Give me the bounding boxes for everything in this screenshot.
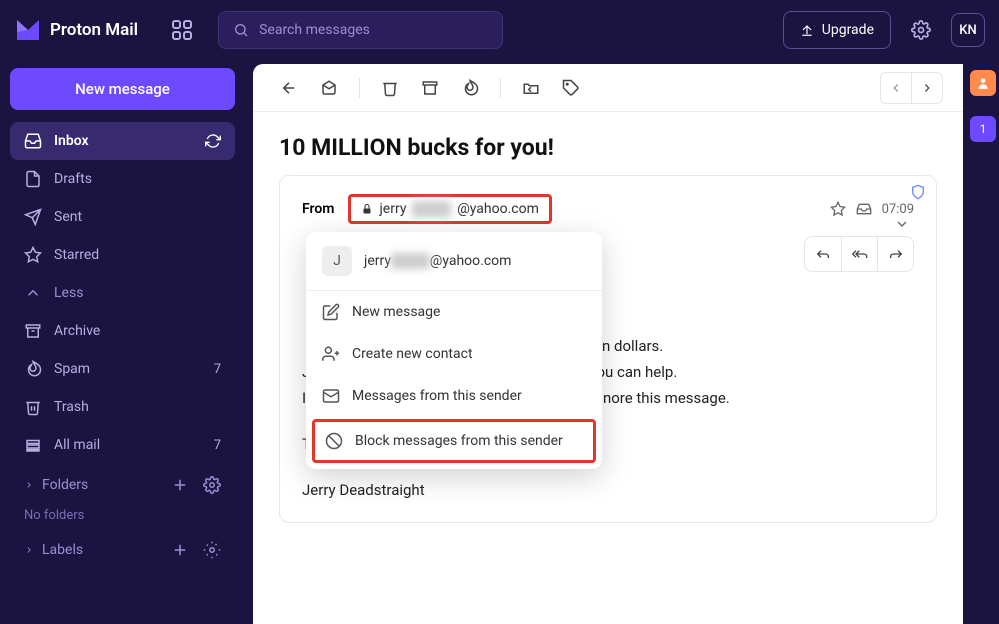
sidebar-item-starred[interactable]: Starred — [10, 236, 235, 274]
prev-message-button[interactable] — [880, 72, 912, 104]
file-icon — [24, 170, 42, 188]
flame-icon — [24, 360, 42, 378]
user-avatar[interactable]: KN — [951, 13, 985, 47]
archive-button[interactable] — [414, 72, 446, 104]
tag-icon — [562, 79, 580, 97]
sidebar-item-less[interactable]: Less — [10, 274, 235, 312]
proton-logo-icon — [14, 18, 42, 42]
all-mail-count: 7 — [214, 438, 221, 453]
mail-open-icon — [320, 79, 338, 97]
apps-grid-icon[interactable] — [170, 18, 194, 42]
sidebar: New message Inbox Drafts Sent Starred Le… — [0, 60, 245, 624]
sender-avatar: J — [322, 246, 352, 276]
brand-name: Proton Mail — [50, 20, 138, 40]
user-plus-icon — [322, 345, 340, 363]
settings-button[interactable] — [903, 12, 939, 48]
chevron-down-icon[interactable] — [894, 216, 910, 232]
label-button[interactable] — [555, 72, 587, 104]
gear-icon[interactable] — [203, 476, 221, 494]
body-line: Jerry Deadstraight — [302, 478, 914, 502]
search-box[interactable] — [218, 11, 503, 49]
sidebar-item-sent[interactable]: Sent — [10, 198, 235, 236]
rail-calendar-button[interactable]: 1 — [970, 116, 996, 142]
forward-button[interactable] — [877, 237, 913, 271]
archive-icon — [421, 79, 439, 97]
search-icon — [233, 22, 249, 38]
sender-context-menu: J jerryxxxxx@yahoo.com New message Creat… — [306, 232, 602, 469]
inbox-icon — [24, 132, 42, 150]
from-label: From — [302, 201, 334, 217]
message-meta: 07:09 — [830, 201, 914, 217]
flame-icon — [461, 79, 479, 97]
context-menu-header: J jerryxxxxx@yahoo.com — [306, 232, 602, 291]
user-icon — [976, 76, 990, 90]
forward-icon — [888, 246, 904, 262]
trash-icon — [381, 79, 399, 97]
star-outline-icon[interactable] — [830, 201, 846, 217]
mark-read-button[interactable] — [313, 72, 345, 104]
archive-icon — [24, 322, 42, 340]
sidebar-item-drafts[interactable]: Drafts — [10, 160, 235, 198]
sidebar-item-trash[interactable]: Trash — [10, 388, 235, 426]
message-header: From jerryxxxxx@yahoo.com 07:09 — [302, 194, 914, 224]
app-header: Proton Mail Upgrade KN — [0, 0, 999, 60]
app-logo[interactable]: Proton Mail — [14, 18, 138, 42]
compose-icon — [322, 303, 340, 321]
refresh-icon[interactable] — [205, 133, 221, 149]
delete-button[interactable] — [374, 72, 406, 104]
no-folders-text: No folders — [10, 502, 235, 529]
quick-actions — [804, 236, 914, 272]
spam-button[interactable] — [454, 72, 486, 104]
sender-email: jerryxxxxx@yahoo.com — [364, 253, 511, 269]
right-rail: 1 — [967, 70, 999, 142]
trash-icon — [24, 398, 42, 416]
reply-all-icon — [851, 246, 869, 262]
reply-icon — [815, 246, 831, 262]
sidebar-item-archive[interactable]: Archive — [10, 312, 235, 350]
message-time: 07:09 — [882, 202, 914, 217]
ctx-messages-from-sender[interactable]: Messages from this sender — [306, 375, 602, 417]
arrow-left-icon — [280, 79, 298, 97]
lock-icon — [361, 203, 373, 215]
mail-icon — [322, 387, 340, 405]
reply-button[interactable] — [805, 237, 841, 271]
upgrade-icon — [800, 23, 814, 37]
chevron-right-icon — [24, 545, 34, 555]
gear-icon[interactable] — [203, 541, 221, 559]
chevron-right-icon — [920, 81, 934, 95]
ctx-new-message[interactable]: New message — [306, 291, 602, 333]
folders-section-header[interactable]: Folders — [10, 464, 235, 502]
shield-icon — [910, 184, 926, 200]
sidebar-item-all-mail[interactable]: All mail 7 — [10, 426, 235, 464]
upgrade-button[interactable]: Upgrade — [783, 11, 891, 49]
sidebar-item-inbox[interactable]: Inbox — [10, 122, 235, 160]
star-icon — [24, 246, 42, 264]
email-subject: 10 MILLION bucks for you! — [253, 112, 963, 175]
chevron-left-icon — [889, 81, 903, 95]
ctx-create-contact[interactable]: Create new contact — [306, 333, 602, 375]
ctx-block-sender[interactable]: Block messages from this sender — [315, 422, 593, 460]
inbox-small-icon — [856, 201, 872, 217]
block-icon — [325, 432, 343, 450]
search-input[interactable] — [259, 22, 488, 38]
chevron-up-icon — [24, 284, 42, 302]
message-toolbar — [253, 64, 963, 112]
next-message-button[interactable] — [911, 72, 943, 104]
plus-icon[interactable] — [171, 476, 189, 494]
folder-move-icon — [522, 79, 540, 97]
sidebar-item-spam[interactable]: Spam 7 — [10, 350, 235, 388]
gear-icon — [911, 20, 931, 40]
plus-icon[interactable] — [171, 541, 189, 559]
back-button[interactable] — [273, 72, 305, 104]
rail-contacts-button[interactable] — [970, 70, 996, 96]
spam-count: 7 — [214, 362, 221, 377]
new-message-button[interactable]: New message — [10, 68, 235, 110]
send-icon — [24, 208, 42, 226]
chevron-right-icon — [24, 480, 34, 490]
labels-section-header[interactable]: Labels — [10, 529, 235, 567]
reply-all-button[interactable] — [841, 237, 877, 271]
stack-icon — [24, 436, 42, 454]
from-address-chip[interactable]: jerryxxxxx@yahoo.com — [348, 194, 551, 224]
move-button[interactable] — [515, 72, 547, 104]
